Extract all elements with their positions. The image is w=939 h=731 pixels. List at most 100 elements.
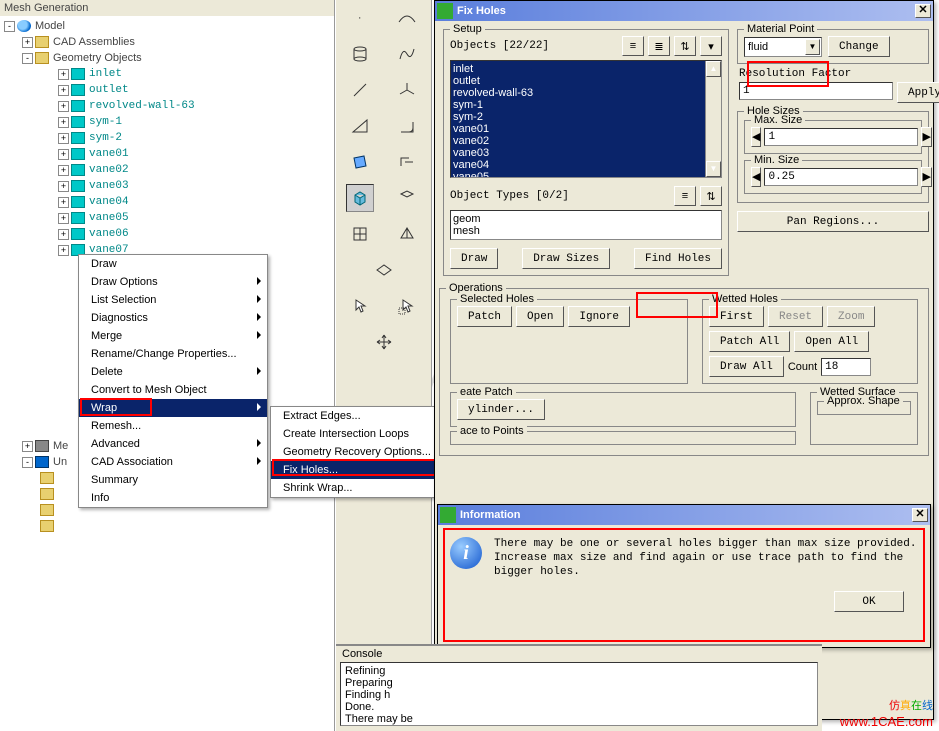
apply-button[interactable]: Apply — [897, 82, 939, 103]
tree-object[interactable]: sym-2 — [89, 132, 122, 144]
menu-item-diagnostics[interactable]: Diagnostics — [79, 309, 267, 327]
zoom-button[interactable]: Zoom — [827, 306, 875, 327]
tree-cad-assemblies[interactable]: CAD Assemblies — [53, 36, 135, 48]
list-item[interactable]: vane01 — [453, 123, 719, 135]
draw-all-button[interactable]: Draw All — [709, 356, 784, 377]
expand-icon[interactable]: + — [58, 149, 69, 160]
expand-icon[interactable]: + — [58, 133, 69, 144]
tree-mesh[interactable]: Me — [53, 440, 68, 452]
menu-item-cad-association[interactable]: CAD Association — [79, 453, 267, 471]
tree-object[interactable]: vane04 — [89, 196, 129, 208]
scroll-up-icon[interactable]: ▲ — [706, 61, 721, 77]
expand-icon[interactable]: + — [58, 85, 69, 96]
tool-curve[interactable] — [393, 40, 421, 68]
list-item[interactable]: geom — [453, 213, 719, 225]
tree-object[interactable]: inlet — [89, 68, 122, 80]
patch-button[interactable]: Patch — [457, 306, 512, 327]
console-output[interactable]: Refining Preparing Finding hDone. There … — [340, 662, 818, 726]
expand-icon[interactable]: + — [58, 245, 69, 256]
objects-listbox[interactable]: inletoutletrevolved-wall-63sym-1sym-2van… — [450, 60, 722, 178]
ok-button[interactable]: OK — [834, 591, 904, 612]
menu-item-convert-to-mesh-object[interactable]: Convert to Mesh Object — [79, 381, 267, 399]
list-item[interactable]: sym-2 — [453, 111, 719, 123]
cylinder-button[interactable]: ylinder... — [457, 399, 545, 420]
list-item[interactable]: sym-1 — [453, 99, 719, 111]
reset-button[interactable]: Reset — [768, 306, 823, 327]
tree-object[interactable]: vane06 — [89, 228, 129, 240]
types-inv-button[interactable]: ⇅ — [700, 186, 722, 206]
max-size-input[interactable] — [764, 128, 918, 146]
ignore-button[interactable]: Ignore — [568, 306, 630, 327]
open-all-button[interactable]: Open All — [794, 331, 869, 352]
tree-object[interactable]: outlet — [89, 84, 129, 96]
expand-icon[interactable]: + — [58, 229, 69, 240]
change-button[interactable]: Change — [828, 36, 890, 57]
collapse-icon[interactable]: - — [22, 457, 33, 468]
list-item[interactable]: vane05 — [453, 171, 719, 178]
menu-item-list-selection[interactable]: List Selection — [79, 291, 267, 309]
tool-facet[interactable] — [370, 256, 398, 284]
expand-icon[interactable]: + — [22, 37, 33, 48]
scroll-down-icon[interactable]: ▼ — [706, 161, 721, 177]
close-icon[interactable]: ✕ — [915, 4, 931, 18]
fix-holes-titlebar[interactable]: Fix Holes ✕ — [435, 1, 933, 21]
menu-item-delete[interactable]: Delete — [79, 363, 267, 381]
list-item[interactable]: vane02 — [453, 135, 719, 147]
tool-triangle[interactable] — [346, 112, 374, 140]
draw-button[interactable]: Draw — [450, 248, 498, 269]
list-item[interactable]: inlet — [453, 63, 719, 75]
menu-item-info[interactable]: Info — [79, 489, 267, 507]
material-select[interactable]: fluid▼ — [744, 37, 822, 57]
filter-button[interactable]: ▾ — [700, 36, 722, 56]
collapse-icon[interactable]: - — [4, 21, 15, 32]
min-size-input[interactable] — [764, 168, 918, 186]
tree-root[interactable]: Model — [35, 20, 65, 32]
tree-object[interactable]: vane03 — [89, 180, 129, 192]
menu-item-draw-options[interactable]: Draw Options — [79, 273, 267, 291]
tool-tet[interactable] — [393, 220, 421, 248]
list-item[interactable]: vane03 — [453, 147, 719, 159]
info-titlebar[interactable]: Information ✕ — [438, 505, 930, 525]
tool-surface[interactable] — [393, 4, 421, 32]
collapse-icon[interactable]: - — [22, 53, 33, 64]
expand-icon[interactable]: + — [58, 181, 69, 192]
expand-icon[interactable]: + — [58, 69, 69, 80]
min-size-decrease[interactable]: ◀ — [751, 167, 761, 187]
expand-icon[interactable]: + — [58, 165, 69, 176]
tool-line[interactable] — [346, 76, 374, 104]
expand-icon[interactable]: + — [58, 197, 69, 208]
close-icon[interactable]: ✕ — [912, 508, 928, 522]
list-item[interactable]: mesh — [453, 225, 719, 237]
menu-item-advanced[interactable]: Advanced — [79, 435, 267, 453]
max-size-increase[interactable]: ▶ — [921, 127, 931, 147]
tree-uns[interactable]: Un — [53, 456, 67, 468]
count-input[interactable] — [821, 358, 871, 376]
dropdown-icon[interactable]: ▼ — [805, 39, 820, 55]
select-all-button[interactable]: ≡ — [622, 36, 644, 56]
find-holes-button[interactable]: Find Holes — [634, 248, 722, 269]
tool-select-all[interactable] — [393, 292, 421, 320]
menu-item-rename-change-properties-[interactable]: Rename/Change Properties... — [79, 345, 267, 363]
list-item[interactable]: revolved-wall-63 — [453, 87, 719, 99]
tree-object[interactable]: revolved-wall-63 — [89, 100, 195, 112]
list-item[interactable]: vane04 — [453, 159, 719, 171]
tool-axes[interactable] — [393, 76, 421, 104]
object-types-listbox[interactable]: geommesh — [450, 210, 722, 240]
tree-object[interactable]: sym-1 — [89, 116, 122, 128]
menu-item-merge[interactable]: Merge — [79, 327, 267, 345]
context-menu[interactable]: DrawDraw OptionsList SelectionDiagnostic… — [78, 254, 268, 508]
tool-point[interactable]: · — [346, 4, 374, 32]
tool-extend[interactable] — [393, 148, 421, 176]
tool-cube-selected[interactable] — [346, 184, 374, 212]
patch-all-button[interactable]: Patch All — [709, 331, 790, 352]
tree-object[interactable]: vane05 — [89, 212, 129, 224]
tool-angle[interactable] — [393, 112, 421, 140]
list-item[interactable]: outlet — [453, 75, 719, 87]
tool-cell[interactable] — [393, 184, 421, 212]
expand-icon[interactable]: + — [22, 441, 33, 452]
invert-button[interactable]: ⇅ — [674, 36, 696, 56]
pan-regions-button[interactable]: Pan Regions... — [737, 211, 929, 232]
expand-icon[interactable]: + — [58, 101, 69, 112]
resolution-input[interactable] — [739, 82, 893, 100]
open-button[interactable]: Open — [516, 306, 564, 327]
